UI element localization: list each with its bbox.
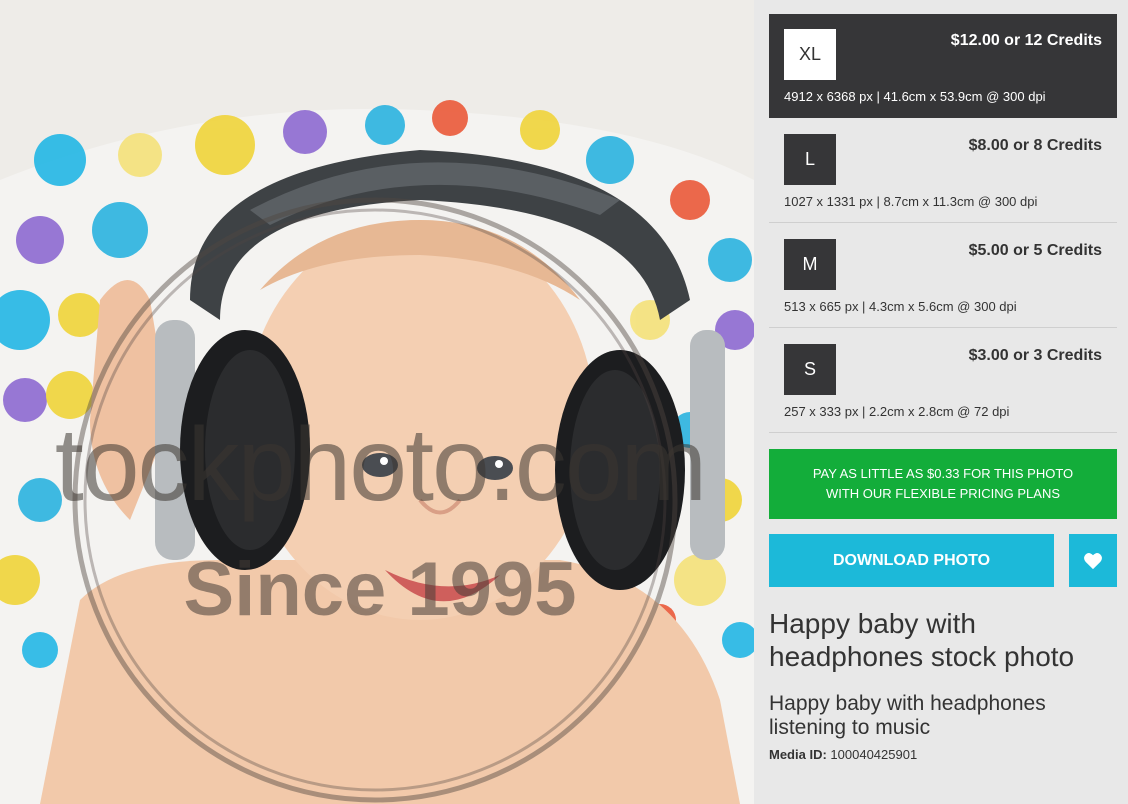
- size-option-s[interactable]: S $3.00 or 3 Credits 257 x 333 px | 2.2c…: [769, 328, 1117, 433]
- page-title: Happy baby with headphones stock photo: [769, 608, 1075, 672]
- size-dimensions: 513 x 665 px | 4.3cm x 5.6cm @ 300 dpi: [784, 299, 1017, 314]
- size-dimensions: 4912 x 6368 px | 41.6cm x 53.9cm @ 300 d…: [784, 89, 1046, 104]
- photo-description: Happy baby with headphones listening to …: [769, 692, 1046, 739]
- size-price: $8.00 or 8 Credits: [968, 137, 1102, 154]
- size-option-m[interactable]: M $5.00 or 5 Credits 513 x 665 px | 4.3c…: [769, 223, 1117, 328]
- pricing-plans-banner[interactable]: PAY AS LITTLE AS $0.33 FOR THIS PHOTO WI…: [769, 449, 1117, 519]
- size-price: $5.00 or 5 Credits: [968, 242, 1102, 259]
- stock-photo: tockphoto.com Since 1995: [0, 0, 754, 804]
- size-badge: M: [784, 239, 836, 290]
- size-dimensions: 257 x 333 px | 2.2cm x 2.8cm @ 72 dpi: [784, 404, 1010, 419]
- size-price: $3.00 or 3 Credits: [968, 347, 1102, 364]
- size-badge: L: [784, 134, 836, 185]
- promo-line-2: WITH OUR FLEXIBLE PRICING PLANS: [825, 486, 1061, 501]
- download-photo-button[interactable]: DOWNLOAD PHOTO: [769, 534, 1054, 587]
- favorite-button[interactable]: [1069, 534, 1117, 587]
- purchase-sidebar: XL $12.00 or 12 Credits 4912 x 6368 px |…: [754, 0, 1128, 804]
- size-dimensions: 1027 x 1331 px | 8.7cm x 11.3cm @ 300 dp…: [784, 194, 1038, 209]
- promo-line-1: PAY AS LITTLE AS $0.33 FOR THIS PHOTO: [812, 466, 1074, 481]
- media-id-label: Media ID:: [769, 747, 827, 762]
- watermark-subtext: Since 1995: [183, 547, 577, 632]
- size-option-l[interactable]: L $8.00 or 8 Credits 1027 x 1331 px | 8.…: [769, 118, 1117, 223]
- size-price: $12.00 or 12 Credits: [950, 32, 1102, 49]
- size-badge: S: [784, 344, 836, 395]
- watermark-text: tockphoto.com: [54, 407, 707, 523]
- baby-photo-illustration: [0, 0, 754, 804]
- size-badge: XL: [784, 29, 836, 80]
- media-id-value: 100040425901: [830, 747, 918, 762]
- size-option-xl[interactable]: XL $12.00 or 12 Credits 4912 x 6368 px |…: [769, 14, 1117, 118]
- heart-icon: [1084, 552, 1102, 569]
- media-id: Media ID: 100040425901: [769, 747, 917, 762]
